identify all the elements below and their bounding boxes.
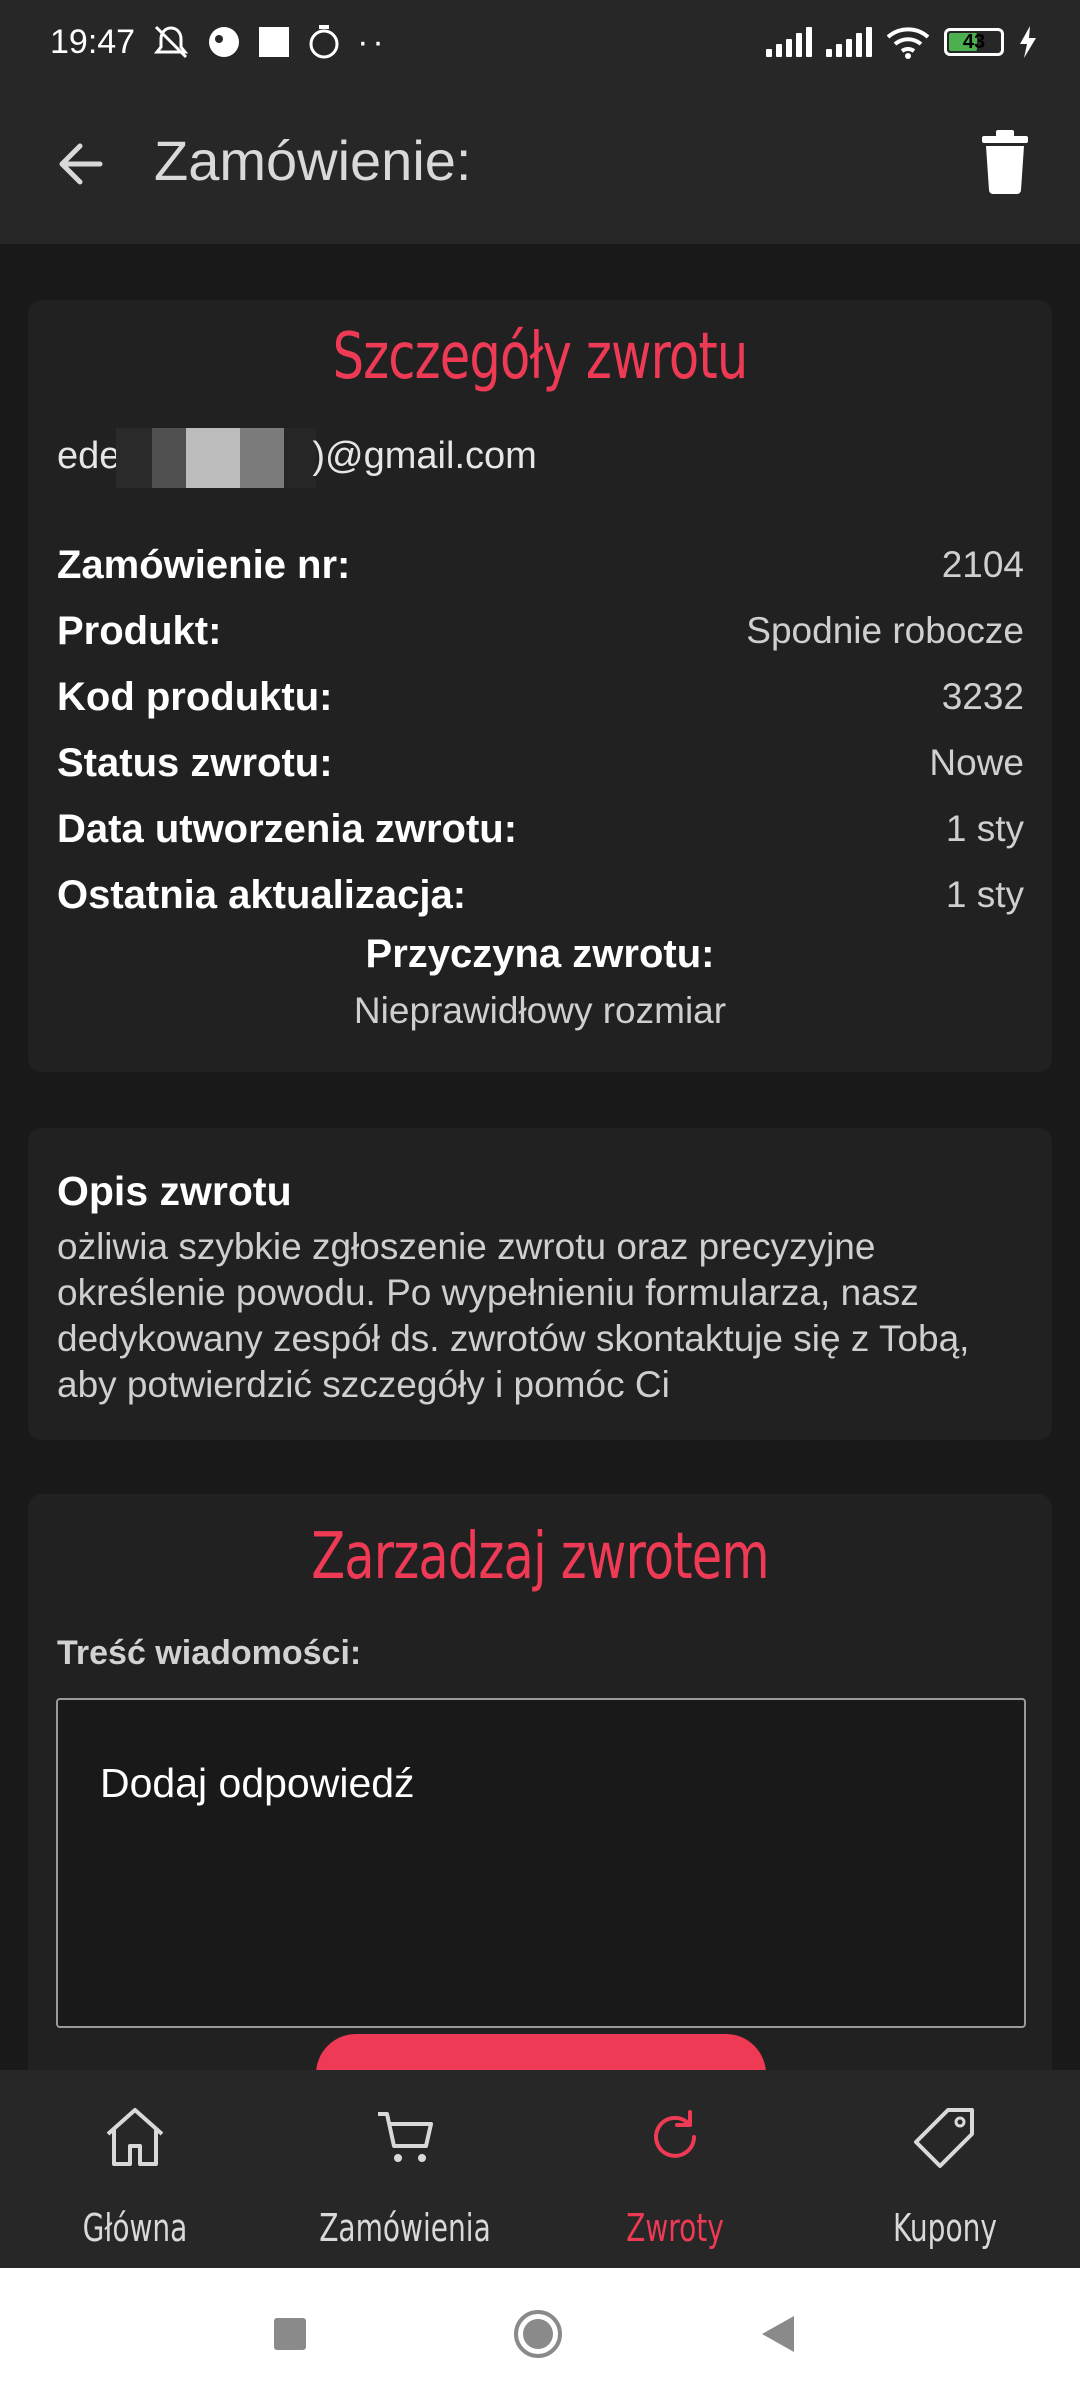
tag-icon <box>914 2108 974 2168</box>
home-icon <box>106 2108 164 2166</box>
status-bar: 19:47 ·· 43 <box>0 0 1080 84</box>
more-dots: ·· <box>357 22 388 61</box>
detail-row-product: Produkt: Spodnie robocze <box>57 608 1024 653</box>
app-bar: Zamówienie: <box>0 84 1080 244</box>
nav-item-returns[interactable]: Zwroty <box>540 2070 810 2268</box>
description-text: ożliwia szybkie zgłoszenie zwrotu oraz p… <box>57 1226 970 1405</box>
reason-label: Przyczyna zwrotu: <box>365 932 715 976</box>
app-icon <box>209 27 240 57</box>
detail-row-product-code: Kod produktu: 3232 <box>57 674 1024 719</box>
reason-value: Nieprawidłowy rozmiar <box>353 990 727 1031</box>
return-details-card: Szczegóły zwrotu ede)@gmail.com Zamówien… <box>28 300 1052 1072</box>
delete-icon[interactable] <box>980 130 1030 194</box>
email-redaction <box>116 428 317 488</box>
nav-item-orders[interactable]: Zamówienia <box>270 2070 540 2268</box>
back-button[interactable] <box>760 2314 796 2354</box>
signal-icon <box>766 27 812 57</box>
refresh-icon <box>654 2110 696 2158</box>
customer-email: ede)@gmail.com <box>57 428 537 488</box>
message-box <box>56 1698 1026 2028</box>
detail-row-status: Status zwrotu: Nowe <box>57 740 1024 785</box>
battery-icon: 43 <box>944 28 1004 56</box>
system-nav-bar <box>0 2268 1080 2400</box>
message-label: Treść wiadomości: <box>57 1634 362 1672</box>
description-card: Opis zwrotu ożliwia szybkie zgłoszenie z… <box>28 1128 1052 1440</box>
nav-item-home[interactable]: Główna <box>0 2070 270 2268</box>
details-heading: Szczegóły zwrotu <box>332 320 749 394</box>
details-list: Zamówienie nr: 2104 Produkt: Spodnie rob… <box>57 532 1024 928</box>
description-title: Opis zwrotu <box>57 1168 292 1214</box>
charging-icon <box>1020 26 1036 58</box>
square-icon <box>259 27 290 57</box>
back-arrow-icon[interactable] <box>52 134 112 194</box>
timer-icon <box>309 25 339 59</box>
home-button[interactable] <box>512 2308 564 2360</box>
page-title: Zamówienie: <box>154 129 472 192</box>
detail-row-order: Zamówienie nr: 2104 <box>57 542 1024 587</box>
cart-icon <box>378 2112 433 2162</box>
bottom-nav: Główna Zamówienia Zwroty Kupony <box>0 2070 1080 2268</box>
wifi-icon <box>886 27 930 59</box>
recents-button[interactable] <box>272 2316 308 2352</box>
reply-input[interactable] <box>58 1700 1024 2026</box>
manage-heading: Zarzadzaj zwrotem <box>311 1520 769 1594</box>
detail-row-updated: Ostatnia aktualizacja: 1 sty <box>57 872 1024 917</box>
nav-item-coupons[interactable]: Kupony <box>810 2070 1080 2268</box>
muted-bell-icon <box>153 25 189 59</box>
detail-row-created: Data utworzenia zwrotu: 1 sty <box>57 806 1024 851</box>
signal-icon-2 <box>826 27 872 57</box>
status-time: 19:47 <box>50 22 136 61</box>
